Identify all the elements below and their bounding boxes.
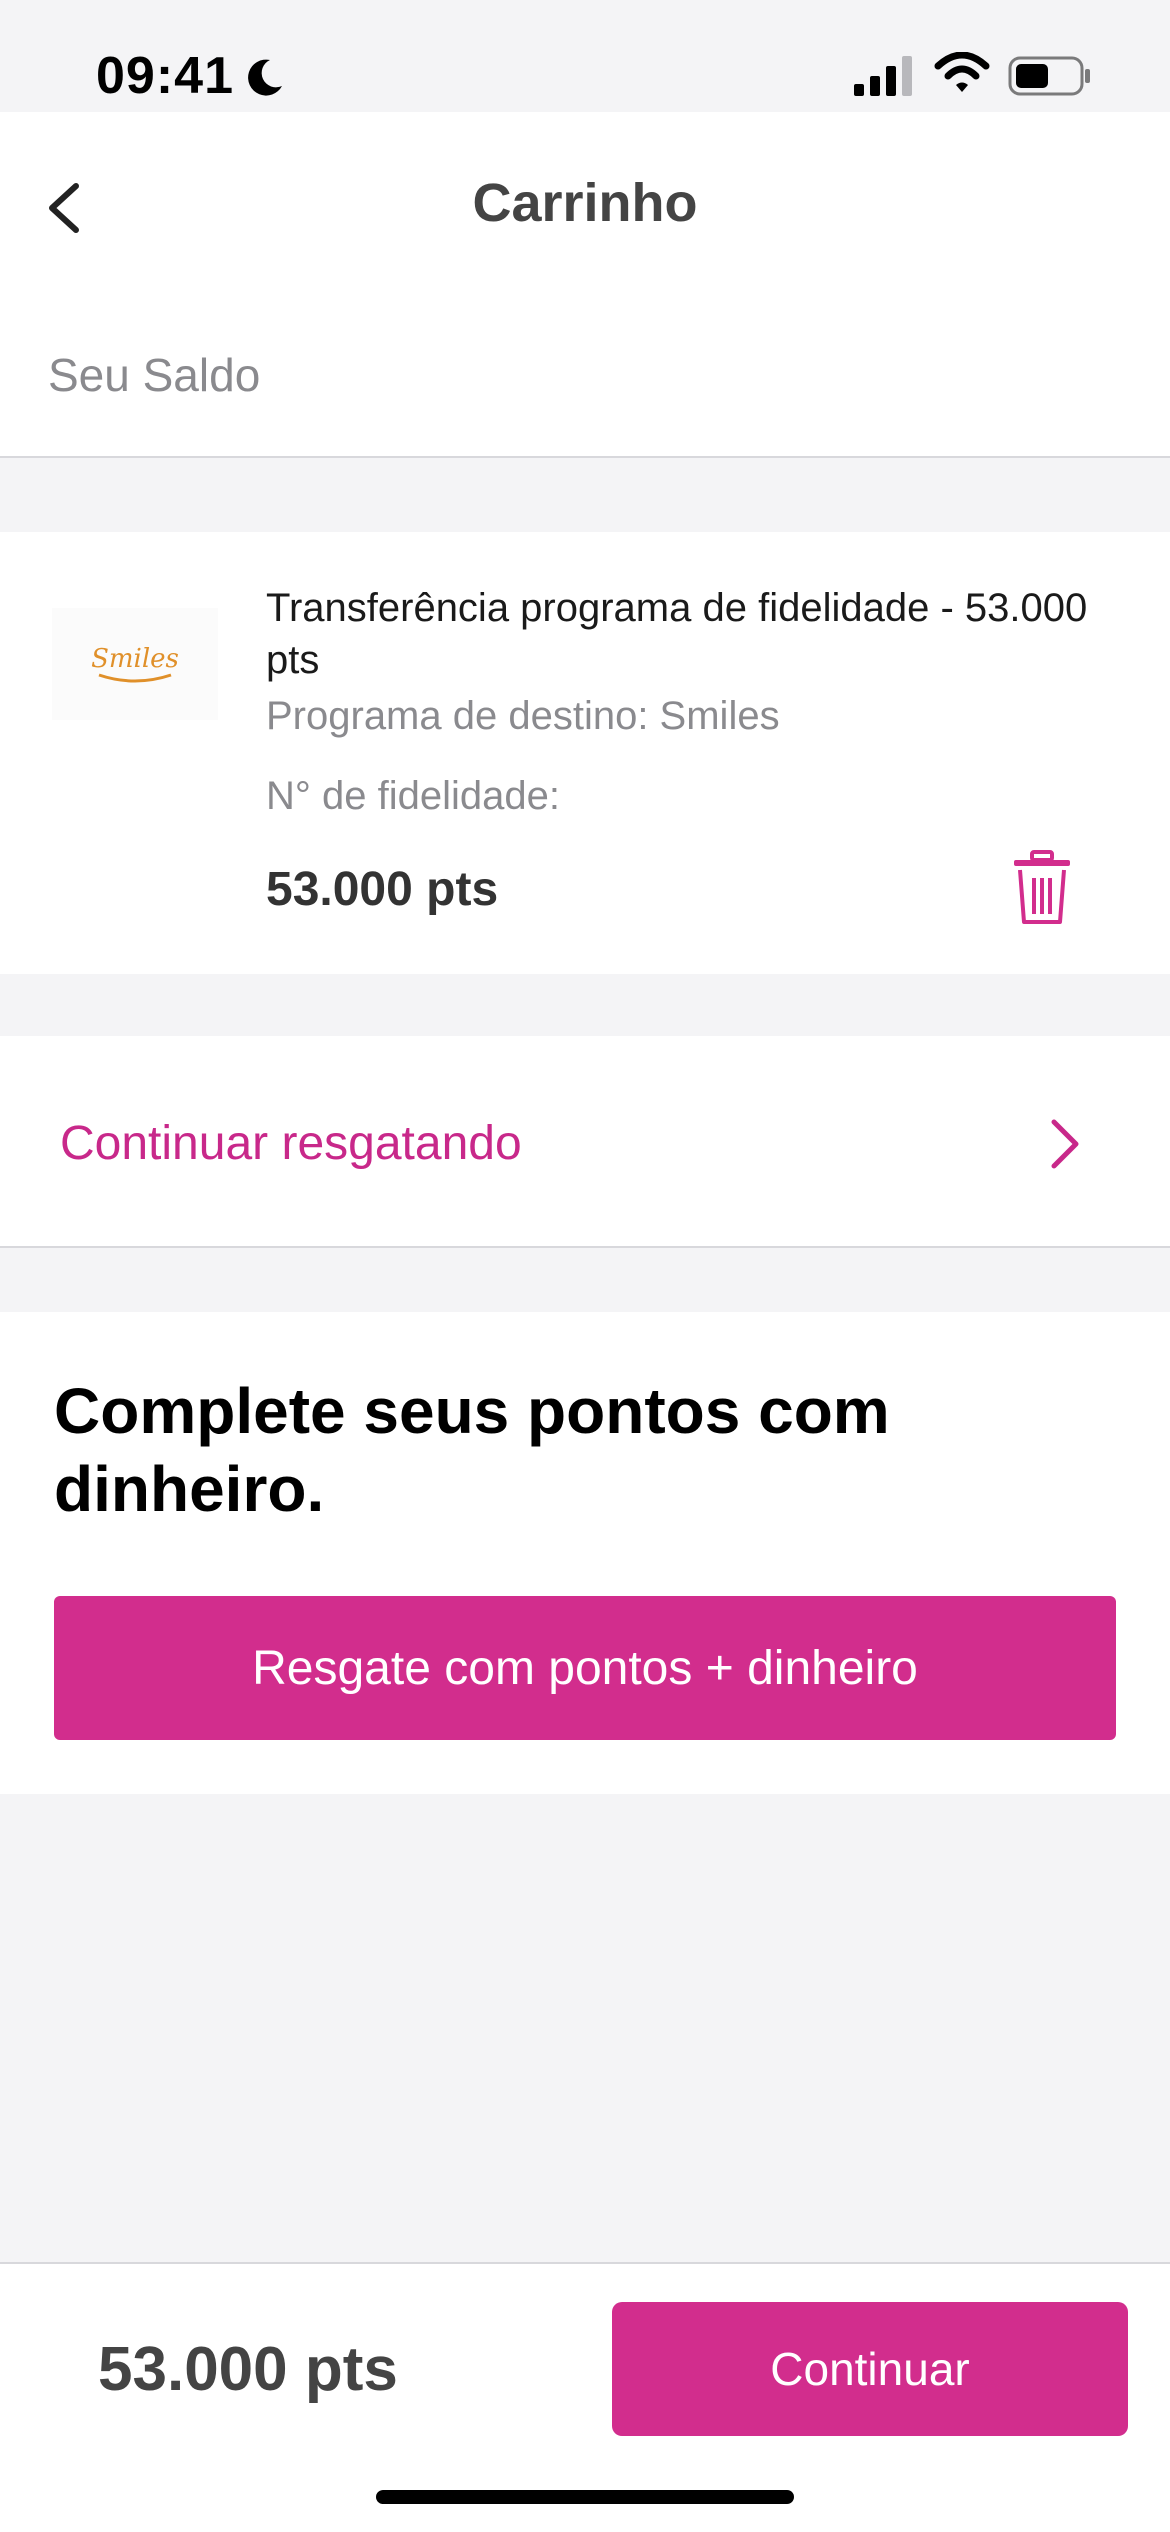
continue-redeeming-row[interactable]: Continuar resgatando [0, 1036, 1170, 1248]
trash-icon[interactable] [1010, 850, 1074, 926]
smiles-logo-image: Smiles [91, 644, 179, 683]
smiles-logo: Smiles [52, 608, 218, 720]
wifi-icon [934, 52, 990, 92]
cellular-signal-icon [854, 56, 912, 96]
moon-icon [248, 59, 282, 96]
complete-with-money-section: Complete seus pontos com dinheiro. Resga… [0, 1312, 1170, 1794]
page-title: Carrinho [472, 173, 698, 233]
header: Carrinho Seu Saldo [0, 112, 1170, 458]
complete-heading: Complete seus pontos com dinheiro. [54, 1375, 890, 1525]
battery-icon [1008, 56, 1090, 96]
item-loyalty-number: N° de fidelidade: [266, 774, 560, 818]
item-destination: Programa de destino: Smiles [266, 694, 780, 738]
continue-redeeming-label: Continuar resgatando [60, 1117, 522, 1170]
chevron-right-icon [1051, 1119, 1079, 1169]
home-indicator[interactable] [376, 2490, 794, 2504]
balance-label: Seu Saldo [48, 349, 261, 401]
status-bar: 09:41 [0, 0, 1170, 112]
cart-item: Smiles Transferência programa de fidelid… [0, 532, 1170, 974]
continue-button[interactable]: Continuar [612, 2302, 1128, 2436]
item-title: Transferência programa de fidelidade - 5… [266, 586, 1088, 682]
item-points: 53.000 pts [266, 863, 499, 916]
status-time: 09:41 [96, 47, 234, 105]
footer-total-points: 53.000 pts [98, 2335, 398, 2404]
svg-text:Smiles: Smiles [91, 644, 179, 674]
redeem-points-plus-money-button[interactable]: Resgate com pontos + dinheiro [54, 1596, 1116, 1740]
